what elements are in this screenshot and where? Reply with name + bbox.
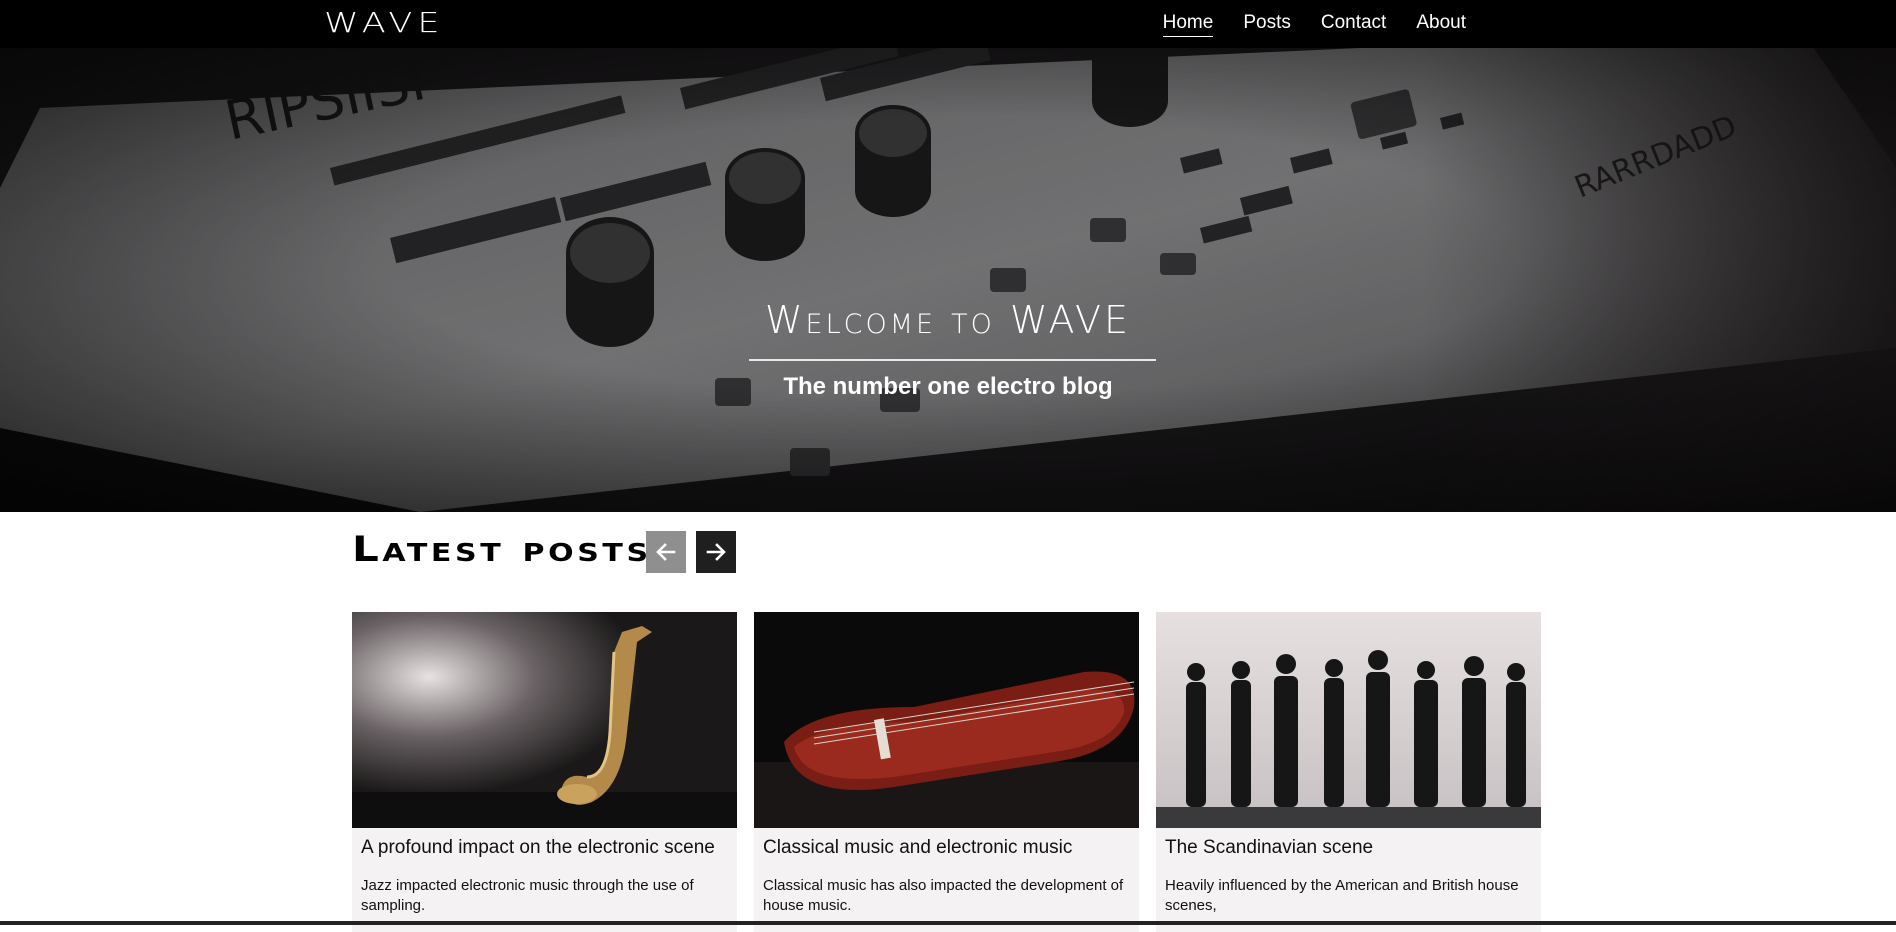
hero-title: Welcome to WAVE (764, 298, 1132, 342)
saxophone-image (352, 612, 737, 828)
post-title[interactable]: A profound impact on the electronic scen… (361, 837, 715, 859)
violin-image (754, 612, 1139, 828)
hero-subtitle: The number one electro blog (783, 373, 1113, 400)
latest-posts-heading: Latest posts (352, 530, 652, 570)
post-title[interactable]: Classical music and electronic music (763, 837, 1072, 859)
hero-background-image: RIPSIISI RARRDADD (0, 48, 1896, 512)
post-cards: A profound impact on the electronic scen… (352, 612, 1541, 932)
nav-item-about[interactable]: About (1416, 12, 1466, 36)
next-posts-button[interactable] (696, 531, 736, 573)
arrow-left-icon (656, 543, 676, 561)
post-card[interactable]: A profound impact on the electronic scen… (352, 612, 737, 932)
nav-item-posts[interactable]: Posts (1243, 12, 1291, 36)
page-bottom-border (0, 921, 1896, 925)
site-logo[interactable]: WAVE (324, 6, 444, 39)
nav-item-contact[interactable]: Contact (1321, 12, 1386, 36)
post-card[interactable]: The Scandinavian scene Heavily influence… (1156, 612, 1541, 932)
prev-posts-button[interactable] (646, 531, 686, 573)
band-group-image (1156, 612, 1541, 828)
nav-item-home[interactable]: Home (1162, 12, 1214, 37)
post-excerpt: Jazz impacted electronic music through t… (361, 877, 694, 914)
hero-banner: RIPSIISI RARRDADD (0, 48, 1896, 512)
top-navbar: WAVE Home Posts Contact About (0, 0, 1896, 48)
post-excerpt: Heavily influenced by the American and B… (1165, 877, 1519, 914)
post-title[interactable]: The Scandinavian scene (1165, 837, 1373, 859)
post-card[interactable]: Classical music and electronic music Cla… (754, 612, 1139, 932)
post-excerpt: Classical music has also impacted the de… (763, 877, 1124, 914)
hero-divider (749, 359, 1156, 361)
main-nav: Home Posts Contact About (1162, 0, 1466, 48)
arrow-right-icon (706, 543, 726, 561)
